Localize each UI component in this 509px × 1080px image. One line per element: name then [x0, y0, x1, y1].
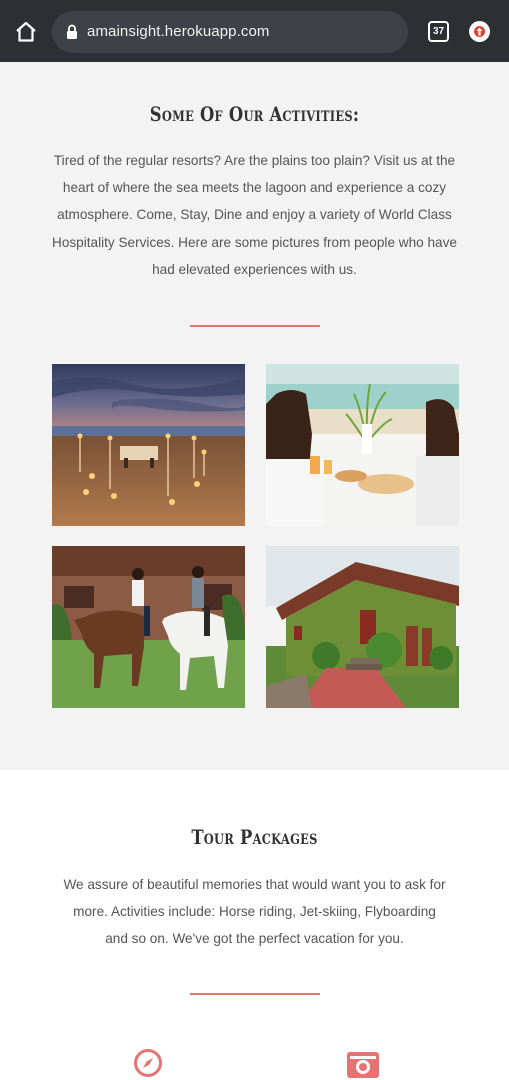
camera-icon	[347, 1052, 379, 1078]
section-divider	[190, 993, 320, 995]
home-icon[interactable]	[14, 20, 38, 44]
update-button[interactable]	[469, 21, 490, 42]
lock-icon	[67, 24, 77, 39]
activities-title: Some Of Our Activities:	[149, 102, 360, 126]
activities-description: Tired of the regular resorts? Are the pl…	[52, 153, 457, 277]
tour-title: Tour Packages	[191, 825, 318, 849]
browser-toolbar: amainsight.herokuapp.com 37	[0, 0, 509, 62]
tabs-button[interactable]: 37	[428, 21, 449, 42]
tour-description: We assure of beautiful memories that wou…	[63, 877, 446, 947]
photo-lodge[interactable]	[266, 546, 459, 708]
url-text: amainsight.herokuapp.com	[87, 23, 270, 40]
activities-section: Some Of Our Activities: Tired of the reg…	[0, 62, 509, 770]
photo-horse-riding[interactable]	[52, 546, 245, 708]
address-bar[interactable]: amainsight.herokuapp.com	[52, 11, 408, 53]
section-divider	[190, 325, 320, 327]
compass-icon	[134, 1049, 162, 1077]
tab-count: 37	[432, 26, 445, 37]
photo-beach-dinner[interactable]	[52, 364, 245, 526]
tour-packages-section: Tour Packages We assure of beautiful mem…	[0, 770, 509, 1080]
update-icon	[476, 27, 483, 36]
photo-breakfast[interactable]	[266, 364, 459, 526]
